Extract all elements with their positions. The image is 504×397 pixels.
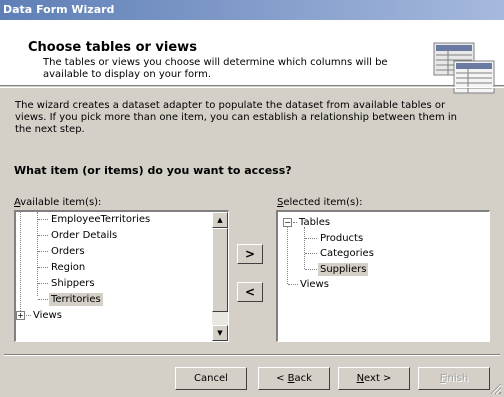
selected-items-tree[interactable]: − Tables Products Categories Suppliers V… <box>276 210 490 342</box>
tree-line <box>38 219 48 220</box>
tree-line <box>305 269 317 270</box>
next-button-mnemonic: N <box>356 373 365 384</box>
tree-line <box>38 267 48 268</box>
selected-label-text: elected item(s): <box>283 197 363 208</box>
tree-line <box>305 253 317 254</box>
collapse-minus-icon[interactable]: − <box>283 218 292 227</box>
tree-line <box>38 283 48 284</box>
available-items-tree[interactable]: EmployeeTerritories Order Details Orders… <box>14 210 229 342</box>
footer-divider-highlight <box>4 355 500 356</box>
tree-item-region[interactable]: Region <box>49 261 87 274</box>
tree-item-territories[interactable]: Territories <box>49 293 103 306</box>
tree-line <box>287 227 288 284</box>
tree-item-employeeterritories[interactable]: EmployeeTerritories <box>49 213 152 226</box>
tree-item-tables[interactable]: Tables <box>297 216 332 229</box>
remove-item-button[interactable]: < <box>237 282 263 302</box>
back-button-text: ack <box>294 373 312 384</box>
tree-line <box>305 238 317 239</box>
available-label-text: vailable item(s): <box>20 197 102 208</box>
next-button[interactable]: Next > <box>338 367 410 390</box>
window-title: Data Form Wizard <box>3 3 115 16</box>
subtitle-line: available to display on your form. <box>43 69 212 80</box>
scroll-down-arrow-icon[interactable]: ▼ <box>212 325 228 341</box>
wizard-header: Choose tables or views The tables or vie… <box>0 20 504 94</box>
expand-plus-icon[interactable]: + <box>16 311 25 320</box>
title-bar: Data Form Wizard <box>0 0 504 20</box>
tree-line <box>288 284 298 285</box>
tree-line <box>38 299 48 300</box>
selected-items-label: Selected item(s): <box>277 197 363 208</box>
tree-item-views[interactable]: Views <box>31 309 64 322</box>
subtitle-line: The tables or views you choose will dete… <box>43 57 388 68</box>
tree-item-categories[interactable]: Categories <box>318 247 376 260</box>
scrollbar-thumb[interactable] <box>212 228 228 312</box>
tables-icon <box>433 42 495 94</box>
cancel-button[interactable]: Cancel <box>175 367 247 390</box>
header-divider <box>0 87 504 88</box>
description: The wizard creates a dataset adapter to … <box>15 100 495 136</box>
question-heading: What item (or items) do you want to acce… <box>14 164 292 177</box>
tree-line <box>304 227 305 269</box>
back-button-prefix: < <box>276 373 288 384</box>
tree-item-products[interactable]: Products <box>318 232 365 245</box>
tree-item-shippers[interactable]: Shippers <box>49 277 97 290</box>
scroll-up-arrow-icon[interactable]: ▲ <box>212 212 228 228</box>
back-button-mnemonic: B <box>287 373 295 384</box>
tree-item-orders[interactable]: Orders <box>49 245 87 258</box>
available-items-label: Available item(s): <box>14 197 101 208</box>
page-subtitle: The tables or views you choose will dete… <box>43 57 403 81</box>
resize-grip-icon[interactable] <box>490 383 502 395</box>
back-button[interactable]: < Back <box>258 367 330 390</box>
tree-line <box>38 235 48 236</box>
next-button-text: ext > <box>364 373 392 384</box>
description-line: the next step. <box>15 124 85 135</box>
tree-item-suppliers[interactable]: Suppliers <box>318 263 369 276</box>
description-line: views. If you pick more than one item, y… <box>15 112 457 123</box>
vertical-scrollbar[interactable]: ▲ ▼ <box>212 212 228 341</box>
tree-line <box>20 212 21 317</box>
tree-item-order-details[interactable]: Order Details <box>49 229 119 242</box>
description-line: The wizard creates a dataset adapter to … <box>15 100 446 111</box>
page-title: Choose tables or views <box>28 40 197 55</box>
finish-button[interactable]: Finish <box>418 367 490 390</box>
tree-item-views[interactable]: Views <box>298 278 331 291</box>
add-item-button[interactable]: > <box>237 244 263 264</box>
finish-button-text: inish <box>444 373 469 384</box>
tree-line <box>38 251 48 252</box>
